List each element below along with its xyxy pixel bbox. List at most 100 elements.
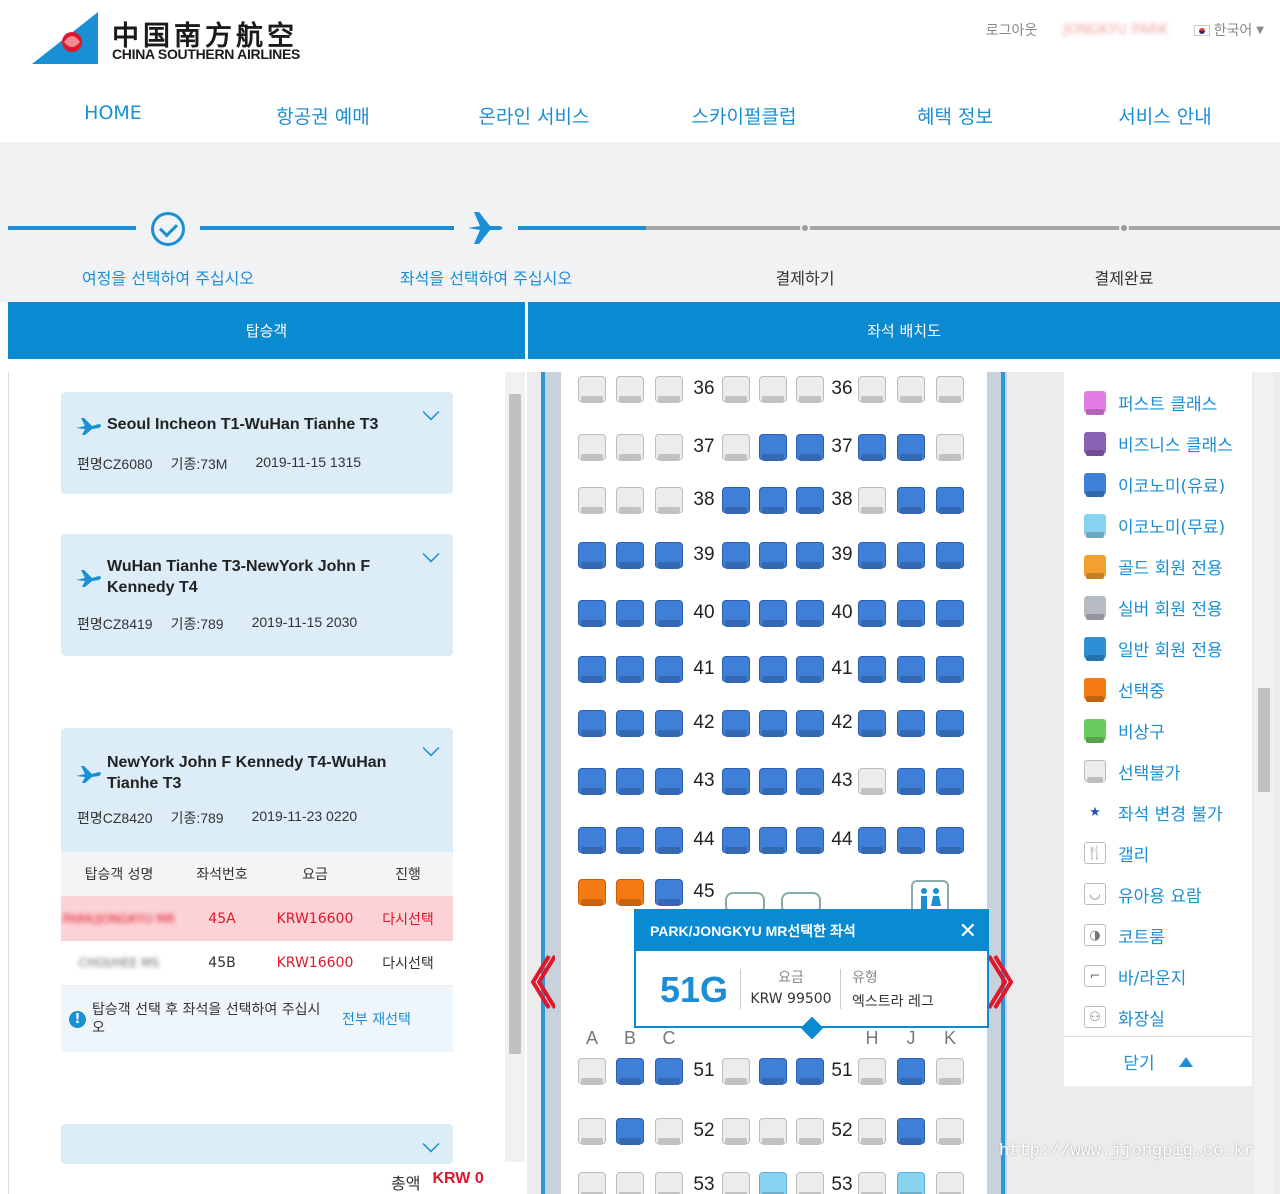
seat[interactable] <box>759 710 787 736</box>
reselect-all-link[interactable]: 전부 재선택 <box>342 1009 411 1029</box>
logout-link[interactable]: 로그아웃 <box>986 20 1038 40</box>
seat[interactable] <box>858 600 886 626</box>
seat[interactable] <box>578 768 606 794</box>
seat[interactable] <box>759 768 787 794</box>
seat[interactable] <box>759 827 787 853</box>
seat[interactable] <box>858 656 886 682</box>
scrollbar[interactable] <box>1254 372 1274 1194</box>
seat[interactable] <box>722 827 750 853</box>
seat[interactable] <box>858 827 886 853</box>
seat[interactable] <box>796 710 824 736</box>
seat[interactable] <box>655 879 683 905</box>
user-name[interactable]: JONGKYU PARK <box>1063 22 1167 38</box>
seat[interactable] <box>759 542 787 568</box>
seat[interactable] <box>796 434 824 460</box>
chevron-down-icon[interactable] <box>422 545 440 563</box>
legend-close-button[interactable]: 닫기 <box>1064 1036 1252 1086</box>
reselect-link[interactable]: 다시선택 <box>363 896 453 941</box>
seat[interactable] <box>796 600 824 626</box>
close-icon[interactable]: ✕ <box>959 919 977 944</box>
seat[interactable] <box>616 542 644 568</box>
seat[interactable] <box>655 827 683 853</box>
seat[interactable] <box>616 827 644 853</box>
chevron-down-icon[interactable] <box>422 1135 440 1153</box>
seat[interactable] <box>722 600 750 626</box>
seat[interactable] <box>796 487 824 513</box>
seat[interactable] <box>616 1058 644 1084</box>
chevron-down-icon[interactable] <box>422 739 440 757</box>
seat[interactable] <box>722 487 750 513</box>
seat[interactable] <box>936 827 964 853</box>
seat[interactable] <box>616 600 644 626</box>
language-selector[interactable]: 한국어 ▼ <box>1193 20 1264 40</box>
seat[interactable] <box>897 434 925 460</box>
seat[interactable] <box>722 768 750 794</box>
seat[interactable] <box>897 827 925 853</box>
seat[interactable] <box>897 600 925 626</box>
scroll-left-arrow-icon[interactable] <box>529 952 555 1012</box>
chevron-down-icon[interactable] <box>422 403 440 421</box>
nav-benefits[interactable]: 혜택 정보 <box>850 102 1060 129</box>
seat[interactable] <box>722 710 750 736</box>
seat[interactable] <box>616 879 644 905</box>
flight-card[interactable] <box>61 1124 453 1164</box>
seat[interactable] <box>578 600 606 626</box>
seat[interactable] <box>858 434 886 460</box>
seat[interactable] <box>796 768 824 794</box>
seat[interactable] <box>616 1118 644 1144</box>
seat[interactable] <box>897 1172 925 1194</box>
seat[interactable] <box>759 1058 787 1084</box>
seat[interactable] <box>936 656 964 682</box>
seat[interactable] <box>936 600 964 626</box>
seat[interactable] <box>655 710 683 736</box>
seat[interactable] <box>655 600 683 626</box>
seat[interactable] <box>722 656 750 682</box>
seat[interactable] <box>616 710 644 736</box>
seat[interactable] <box>616 656 644 682</box>
seat[interactable] <box>936 542 964 568</box>
table-row[interactable]: PARK/JONGKYU MR 45A KRW16600 다시선택 <box>61 896 453 941</box>
flight-card[interactable]: NewYork John F Kennedy T4-WuHan Tianhe T… <box>61 728 453 852</box>
seat[interactable] <box>796 827 824 853</box>
seat[interactable] <box>897 656 925 682</box>
seat[interactable] <box>897 487 925 513</box>
seat[interactable] <box>655 1058 683 1084</box>
seat[interactable] <box>858 542 886 568</box>
seat[interactable] <box>578 827 606 853</box>
scrollbar-thumb[interactable] <box>1258 688 1270 792</box>
seat[interactable] <box>655 768 683 794</box>
seat[interactable] <box>796 542 824 568</box>
flight-card[interactable]: WuHan Tianhe T3-NewYork John F Kennedy T… <box>61 534 453 656</box>
table-row[interactable]: CHOI/HEE MS 45B KRW16600 다시선택 <box>61 941 453 986</box>
seat[interactable] <box>759 1172 787 1194</box>
seat[interactable] <box>759 656 787 682</box>
seat[interactable] <box>578 542 606 568</box>
reselect-link[interactable]: 다시선택 <box>363 941 453 985</box>
seat[interactable] <box>897 542 925 568</box>
nav-skypearl-club[interactable]: 스카이펄클럽 <box>639 102 849 129</box>
nav-home[interactable]: HOME <box>8 102 218 124</box>
logo[interactable]: 中国南方航空 CHINA SOUTHERN AIRLINES <box>28 12 308 68</box>
seat[interactable] <box>897 768 925 794</box>
tab-passenger[interactable]: 탑승객 <box>8 302 525 359</box>
seat[interactable] <box>897 1118 925 1144</box>
seat[interactable] <box>578 656 606 682</box>
seat[interactable] <box>796 1058 824 1084</box>
seat[interactable] <box>578 710 606 736</box>
scroll-right-arrow-icon[interactable] <box>989 952 1015 1012</box>
scrollbar-thumb[interactable] <box>509 394 521 1054</box>
seat[interactable] <box>655 542 683 568</box>
seat[interactable] <box>897 1058 925 1084</box>
seat[interactable] <box>936 487 964 513</box>
seat[interactable] <box>759 600 787 626</box>
nav-service-guide[interactable]: 서비스 안내 <box>1060 102 1270 129</box>
seat[interactable] <box>655 656 683 682</box>
seat[interactable] <box>759 434 787 460</box>
scrollbar[interactable] <box>505 372 525 1162</box>
flight-card[interactable]: Seoul Incheon T1-WuHan Tianhe T3 편명CZ608… <box>61 392 453 494</box>
seat[interactable] <box>936 768 964 794</box>
nav-booking[interactable]: 항공권 예매 <box>218 102 428 129</box>
seat[interactable] <box>796 656 824 682</box>
seat[interactable] <box>616 768 644 794</box>
seat[interactable] <box>722 542 750 568</box>
